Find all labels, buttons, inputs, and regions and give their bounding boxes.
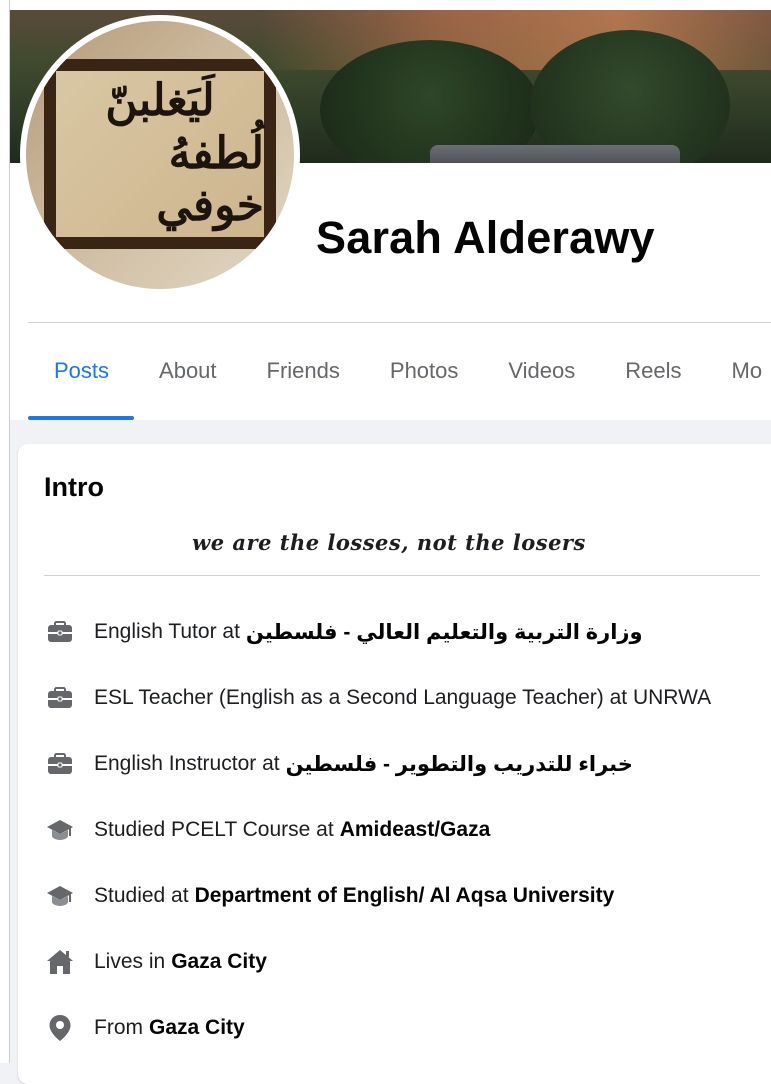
intro-item-text: English Tutor at [94, 620, 240, 643]
briefcase-icon [44, 616, 76, 648]
tab-reels[interactable]: Reels [600, 328, 706, 414]
left-edge [0, 0, 10, 1063]
intro-item-work-1: English Tutor at وزارة التربية والتعليم … [44, 599, 771, 665]
briefcase-icon [44, 682, 76, 714]
intro-item-text: Studied at [94, 884, 189, 907]
intro-item-employer-link[interactable]: خبراء للتدريب والتطوير - فلسطين [286, 752, 633, 777]
intro-details-list: English Tutor at وزارة التربية والتعليم … [44, 599, 771, 1061]
intro-item-education-1: Studied PCELT Course at Amideast/Gaza [44, 797, 771, 863]
tab-more[interactable]: Mo [707, 328, 771, 414]
intro-item-education-2: Studied at Department of English/ Al Aqs… [44, 863, 771, 929]
header-divider [28, 322, 771, 323]
intro-title: Intro [44, 472, 104, 502]
graduation-cap-icon [44, 814, 76, 846]
tab-about[interactable]: About [134, 328, 242, 414]
calligraphy-line-2: لُطفهُ خوفي [156, 127, 264, 232]
briefcase-icon [44, 748, 76, 780]
intro-item-city-link[interactable]: Gaza City [149, 1016, 245, 1040]
intro-item-lives-in: Lives in Gaza City [44, 929, 771, 995]
intro-bio: we are the losses, not the losers [192, 530, 586, 555]
tab-friends[interactable]: Friends [242, 328, 365, 414]
profile-tabs: Posts About Friends Photos Videos Reels … [28, 328, 771, 420]
tab-photos[interactable]: Photos [365, 328, 484, 414]
graduation-cap-icon [44, 880, 76, 912]
intro-item-text: ESL Teacher (English as a Second Languag… [94, 686, 712, 709]
profile-header: لَيَغلبنّ لُطفهُ خوفي Sarah Alderawy Pos… [10, 0, 771, 420]
intro-item-text: English Instructor at [94, 752, 280, 775]
intro-item-work-2: ESL Teacher (English as a Second Languag… [44, 665, 771, 731]
intro-item-text: From [94, 1016, 143, 1039]
tab-videos[interactable]: Videos [483, 328, 600, 414]
intro-item-city-link[interactable]: Gaza City [171, 950, 267, 974]
intro-divider [44, 575, 760, 576]
intro-item-from: From Gaza City [44, 995, 771, 1061]
calligraphy-artwork: لَيَغلبنّ لُطفهُ خوفي [56, 71, 264, 237]
intro-item-work-3: English Instructor at خبراء للتدريب والت… [44, 731, 771, 797]
intro-item-school-link[interactable]: Amideast/Gaza [340, 818, 491, 842]
calligraphy-line-1: لَيَغلبنّ [105, 74, 215, 126]
home-icon [44, 946, 76, 978]
intro-item-employer-link[interactable]: وزارة التربية والتعليم العالي - فلسطين [246, 620, 643, 645]
intro-item-text: Lives in [94, 950, 166, 973]
avatar[interactable]: لَيَغلبنّ لُطفهُ خوفي [26, 21, 294, 289]
profile-picture[interactable]: لَيَغلبنّ لُطفهُ خوفي [20, 15, 300, 295]
tab-posts[interactable]: Posts [28, 328, 135, 420]
intro-item-text: Studied PCELT Course at [94, 818, 334, 841]
intro-item-school-link[interactable]: Department of English/ Al Aqsa Universit… [195, 884, 615, 908]
intro-card: Intro we are the losses, not the losers … [18, 444, 771, 1084]
profile-name: Sarah Alderawy [316, 212, 655, 263]
location-pin-icon [44, 1012, 76, 1044]
